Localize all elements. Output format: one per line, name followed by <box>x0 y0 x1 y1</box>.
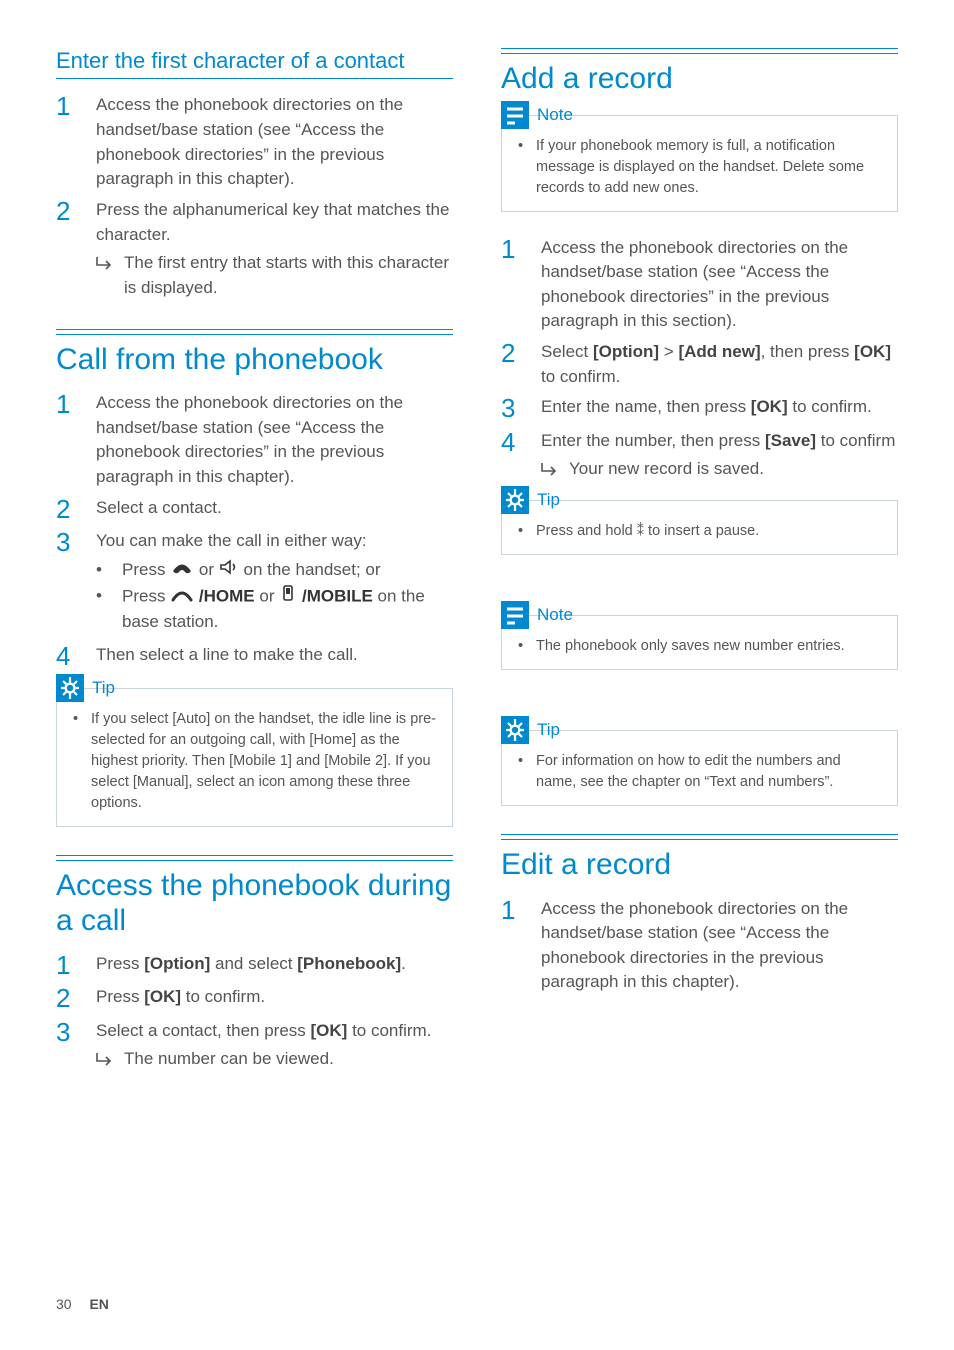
note-box: Note The phonebook only saves new number… <box>501 615 898 670</box>
note-icon <box>501 601 529 629</box>
heading: Add a record <box>501 62 898 97</box>
heading: Call from the phonebook <box>56 343 453 378</box>
section-edit-record: Edit a record 1Access the phonebook dire… <box>501 834 898 995</box>
step: 1 Access the phonebook directories on th… <box>56 93 453 192</box>
phone-icon <box>170 558 194 583</box>
curve-icon <box>170 585 194 610</box>
page-footer: 30 EN <box>56 1296 109 1312</box>
section-add-record: Add a record Note If your phonebook memo… <box>501 48 898 806</box>
section-enter-first-char: Enter the first character of a contact 1… <box>56 48 453 301</box>
tip-icon <box>56 674 84 702</box>
note-icon <box>501 101 529 129</box>
note-box: Note If your phonebook memory is full, a… <box>501 115 898 212</box>
page-number: 30 <box>56 1296 72 1312</box>
result-arrow-icon <box>96 1047 114 1072</box>
mobile-icon <box>279 584 297 610</box>
section-access-during-call: Access the phonebook during a call 1 Pre… <box>56 855 453 1072</box>
section-call-from-phonebook: Call from the phonebook 1Access the phon… <box>56 329 453 827</box>
tip-icon <box>501 716 529 744</box>
speaker-icon <box>219 558 239 583</box>
step: 2 Press the alphanumerical key that matc… <box>56 198 453 301</box>
language-code: EN <box>89 1296 108 1312</box>
tip-box: Tip For information on how to edit the n… <box>501 730 898 806</box>
heading: Edit a record <box>501 848 898 883</box>
heading: Access the phonebook during a call <box>56 869 453 938</box>
tip-box: Tip If you select [Auto] on the handset,… <box>56 688 453 827</box>
tip-box: Tip Press and hold ⁑ to insert a pause. <box>501 500 898 555</box>
right-column: Add a record Note If your phonebook memo… <box>501 48 898 1100</box>
subheading: Enter the first character of a contact <box>56 48 453 79</box>
left-column: Enter the first character of a contact 1… <box>56 48 453 1100</box>
result-arrow-icon <box>96 251 114 300</box>
tip-icon <box>501 486 529 514</box>
result-arrow-icon <box>541 457 559 482</box>
